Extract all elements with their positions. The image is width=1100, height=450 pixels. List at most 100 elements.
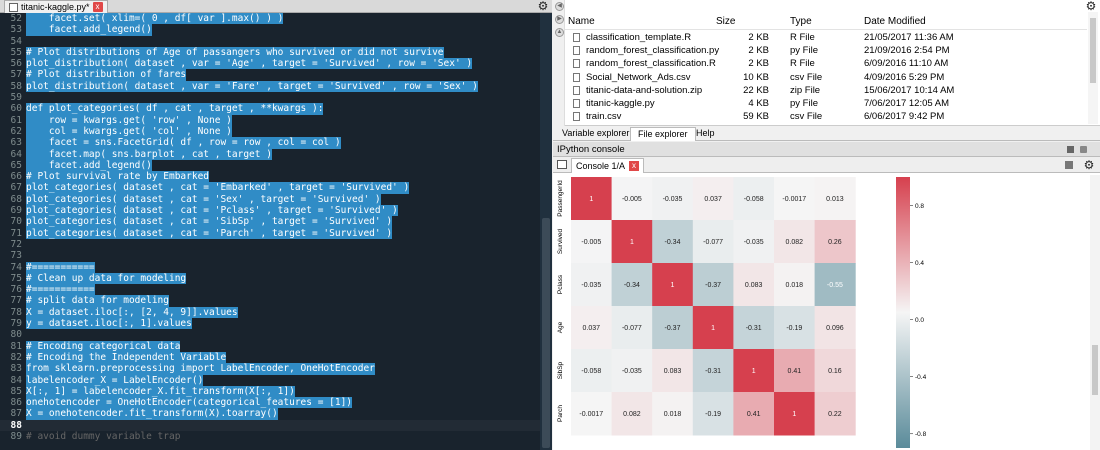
editor-scrollbar[interactable] [540,13,552,450]
folder-icon[interactable] [557,160,567,169]
code-line[interactable]: 73 [0,250,540,261]
code-text: X[:, 1] = labelencoder_X.fit_transform(X… [26,385,295,398]
code-line[interactable]: 61 row = kwargs.get( 'row' , None ) [0,114,540,126]
code-line[interactable]: 80 [0,329,540,340]
line-number: 84 [10,374,22,386]
forward-icon[interactable]: ▶ [555,15,564,24]
code-line[interactable]: 59 [0,92,540,103]
undock-icon[interactable] [1067,146,1074,153]
code-line[interactable]: 79 y = dataset.iloc[:, 1].values [0,318,540,330]
code-text: # Plot distribution of fares [26,69,187,81]
code-line[interactable]: 53 facet.add_legend() [0,24,540,36]
column-header-size[interactable]: Size [716,16,735,27]
code-line[interactable]: 83 from sklearn.preprocessing import Labe… [0,363,540,375]
close-pane-icon[interactable] [1080,146,1087,153]
line-number: 75 [10,272,22,284]
gear-icon[interactable]: ⚙ [1085,0,1097,12]
close-icon[interactable]: x [92,2,103,12]
file-row[interactable]: train.csv 59 KB csv File 6/06/2017 9:42 PM [565,110,1087,123]
file-row[interactable]: random_forest_classification.R 2 KB R File… [565,57,1087,70]
code-line[interactable]: 88 [0,419,540,431]
file-row[interactable]: Social_Network_Ads.csv 10 KB csv File 4/09/… [565,71,1087,84]
file-row[interactable]: random_forest_classification.py 2 KB py Fi… [565,44,1087,57]
line-number: 54 [10,35,22,47]
file-row[interactable]: titanic-data-and-solution.zip 22 KB zip Fi… [565,84,1087,97]
file-row[interactable]: classification_template.R 2 KB R File 21/05… [565,31,1087,44]
back-icon[interactable]: ◀ [555,2,564,11]
gear-icon[interactable]: ⚙ [537,0,549,12]
code-line[interactable]: 71 plot_categories( dataset , cat = 'Parc… [0,227,540,239]
code-text: # Plot survival rate by Embarked [26,171,210,183]
column-header-type[interactable]: Type [790,16,812,27]
scrollbar-thumb[interactable] [1092,345,1098,395]
code-line[interactable]: 74 #=========== [0,261,540,273]
scrollbar-thumb[interactable] [1090,18,1096,83]
file-modified: 6/09/2016 11:10 AM [864,58,949,70]
code-line[interactable]: 86 onehotencoder = OneHotEncoder(categori… [0,397,540,409]
gear-icon[interactable]: ⚙ [1083,159,1095,171]
code-line[interactable]: 89 # avoid dummy variable trap [0,431,540,442]
code-line[interactable]: 84 labelencoder_X = LabelEncoder() [0,374,540,386]
file-row[interactable]: titanic-kaggle.py 4 KB py File 7/06/2017 12… [565,97,1087,110]
editor-tab-titanic-kaggle[interactable]: titanic-kaggle.py* x [4,0,108,13]
line-number: 73 [10,250,22,262]
code-line[interactable]: 55 # Plot distributions of Age of passang… [0,46,540,59]
code-line[interactable]: 72 [0,239,540,250]
code-line[interactable]: 52 facet.set( xlim=( 0 , df[ var ].max()… [0,13,540,25]
file-explorer-scrollbar[interactable] [1088,12,1098,124]
line-number: 81 [10,340,22,352]
code-line[interactable]: 64 facet.map( sns.barplot , cat , target… [0,148,540,160]
console-scrollbar[interactable] [1090,175,1100,450]
heatmap-cell-value: 0.018 [786,282,804,289]
heatmap-cell-value: 0.083 [745,282,763,289]
code-line[interactable]: 68 plot_categories( dataset , cat = 'Sex'… [0,193,540,206]
file-size: 4 KB [748,98,769,109]
console-tab[interactable]: Console 1/A x [571,158,645,173]
code-line[interactable]: 65 facet.add_legend() [0,159,540,172]
code-line[interactable]: 76 #=========== [0,284,540,296]
code-line[interactable]: 63 facet = sns.FacetGrid( df , row = row… [0,137,540,149]
line-number: 87 [10,408,22,420]
code-line[interactable]: 70 plot_categories( dataset , cat = 'SibS… [0,216,540,228]
scrollbar-thumb[interactable] [542,218,550,448]
up-icon[interactable]: ▲ [555,28,564,37]
code-line[interactable]: 62 col = kwargs.get( 'col' , None ) [0,125,540,138]
code-line[interactable]: 81 # Encoding categorical data [0,340,540,352]
file-type: csv File [790,111,823,123]
code-text: X = onehotencoder.fit_transform(X).toarr… [26,408,278,420]
code-line[interactable]: 67 plot_categories( dataset , cat = 'Emba… [0,182,540,194]
file-icon [9,2,18,12]
code-line[interactable]: 58 plot_distribution( dataset , var = 'Fa… [0,80,540,93]
heatmap-cell-value: 0.26 [828,239,842,246]
code-line[interactable]: 78 X = dataset.iloc[:, [2, 4, 9]].values [0,306,540,319]
line-number: 58 [10,80,22,92]
code-area[interactable]: 52 facet.set( xlim=( 0 , df[ var ].max()… [0,13,540,450]
tab-variable-explorer[interactable]: Variable explorer [555,127,636,141]
tab-help[interactable]: Help [689,127,722,141]
code-line[interactable]: 56 plot_distribution( dataset , var = 'Ag… [0,58,540,70]
code-text: plot_categories( dataset , cat = 'Parch'… [26,227,393,239]
editor-tab-bar: titanic-kaggle.py* x ⚙ [0,0,552,13]
code-line[interactable]: 77 # split data for modeling [0,295,540,307]
column-header-name[interactable]: Name [568,16,595,27]
line-number: 74 [10,261,22,273]
code-line[interactable]: 66 # Plot survival rate by Embarked [0,171,540,183]
close-icon[interactable]: x [629,161,640,171]
file-name: titanic-kaggle.py [586,98,655,109]
heatmap-cell-value: 1 [630,239,634,246]
code-line[interactable]: 69 plot_categories( dataset , cat = 'Pcla… [0,205,540,217]
code-line[interactable]: 54 [0,36,540,47]
colorbar-tick-label: 0.4 [915,260,924,267]
column-header-modified[interactable]: Date Modified [864,16,926,27]
code-line[interactable]: 60 def plot_categories( df , cat , target… [0,103,540,115]
colorbar-tick-label: 0.0 [915,317,924,324]
tab-file-explorer[interactable]: File explorer [630,127,696,141]
stop-icon[interactable] [1065,161,1073,169]
code-line[interactable]: 75 # Clean up data for modeling [0,272,540,285]
code-line[interactable]: 85 X[:, 1] = labelencoder_X.fit_transform… [0,385,540,398]
code-text: facet.add_legend() [26,24,152,36]
code-line[interactable]: 57 # Plot distribution of fares [0,69,540,81]
code-line[interactable]: 82 # Encoding the Independent Variable [0,351,540,364]
code-text: # Plot distributions of Age of passanger… [26,46,444,59]
code-line[interactable]: 87 X = onehotencoder.fit_transform(X).toa… [0,408,540,420]
